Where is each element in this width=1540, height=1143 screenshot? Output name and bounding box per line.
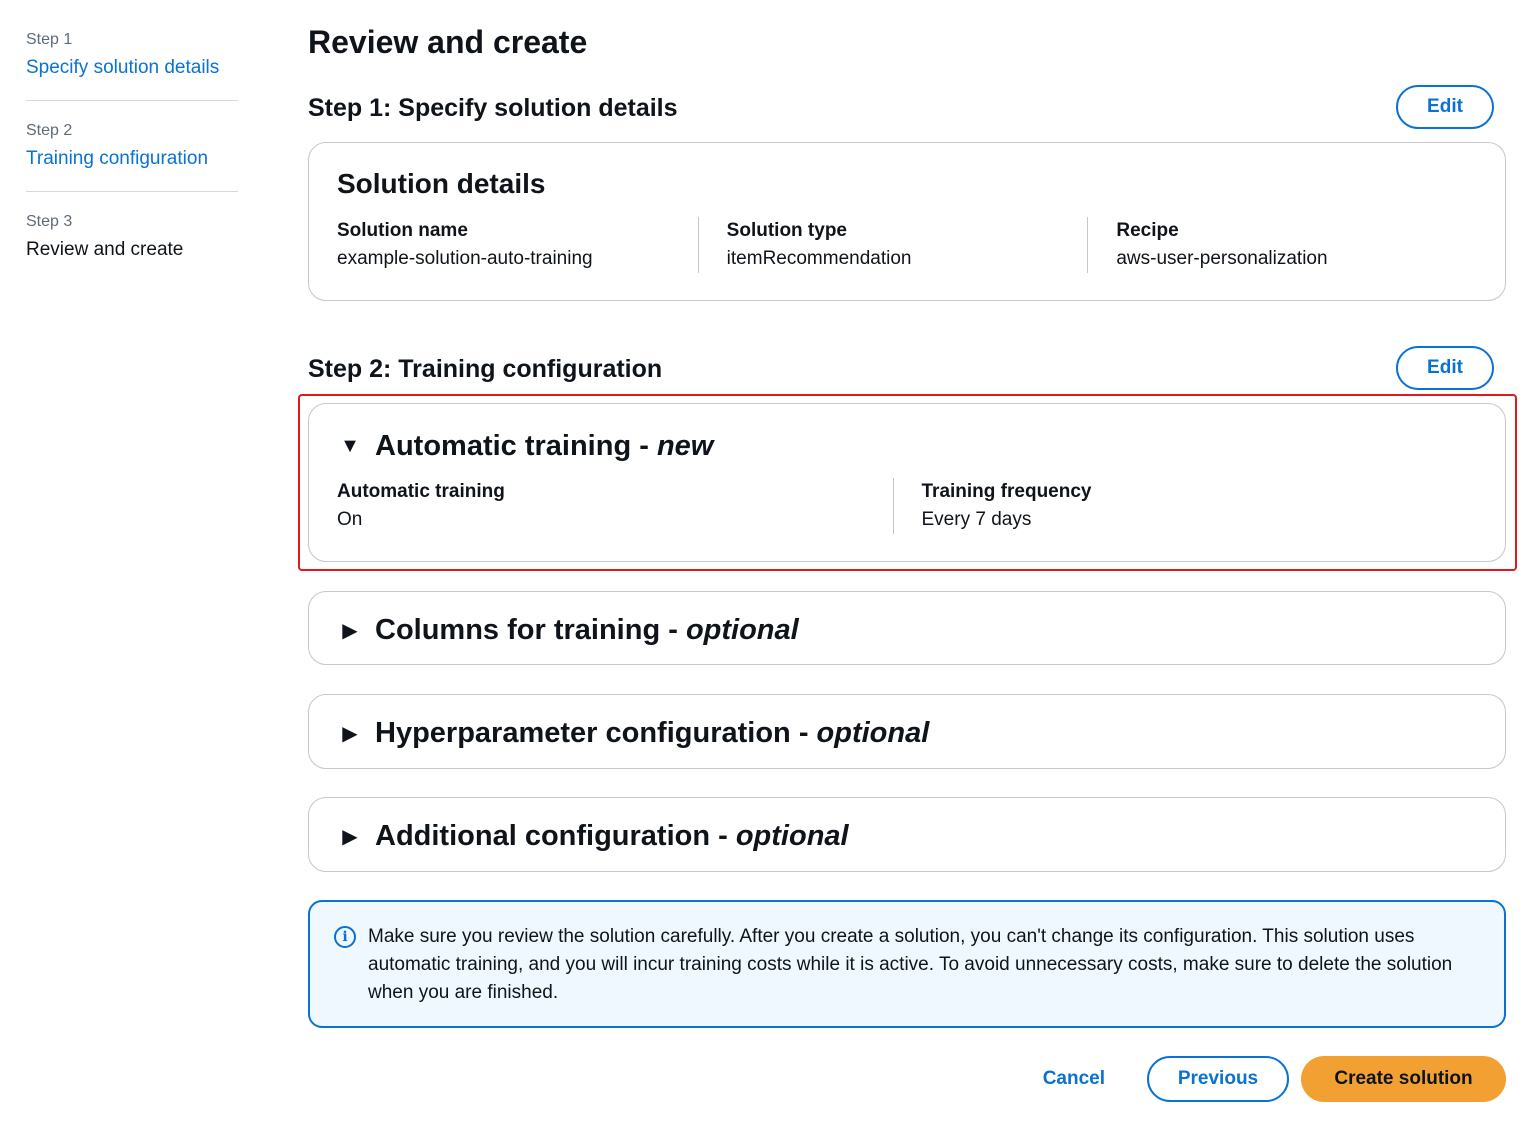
caret-right-icon: ▶ (342, 722, 358, 745)
expander-title-optional: optional (816, 717, 930, 749)
field-value: Every 7 days (921, 509, 1032, 530)
step-number: Step 2 (26, 122, 73, 139)
solution-details-card: Solution details Solution name example-s… (308, 142, 1506, 301)
expander-title-text: Columns for training - (375, 614, 686, 646)
expander-title: Additional configuration - optional (375, 818, 849, 854)
step-number: Step 1 (26, 31, 73, 48)
additional-configuration-toggle[interactable]: ▶ Additional configuration - optional (339, 818, 849, 854)
nav-step-1: Step 1 Specify solution details (26, 30, 238, 101)
nav-link-specify-solution-details[interactable]: Specify solution details (26, 56, 238, 80)
field-value: example-solution-auto-training (337, 248, 593, 269)
field-value: On (337, 509, 363, 530)
caret-down-icon: ▼ (340, 434, 360, 457)
step1-edit-button[interactable]: Edit (1396, 85, 1494, 129)
field-solution-type: Solution type itemRecommendation (697, 217, 1088, 273)
info-alert-text: Make sure you review the solution carefu… (368, 926, 1453, 1003)
card-title: Solution details (337, 168, 546, 199)
field-label: Automatic training (337, 481, 505, 502)
expander-title-optional: optional (685, 614, 799, 646)
info-icon: i (334, 926, 356, 948)
step1-header: Step 1: Specify solution details Edit (308, 85, 1506, 131)
nav-link-training-configuration[interactable]: Training configuration (26, 147, 238, 171)
columns-for-training-expander: ▶ Columns for training - optional (308, 591, 1506, 665)
wizard-footer-actions: Cancel Previous Create solution (1043, 1056, 1506, 1102)
field-label: Recipe (1116, 220, 1179, 241)
expander-title: Automatic training - new (375, 428, 713, 464)
wizard-steps-nav: Step 1 Specify solution details Step 2 T… (26, 30, 238, 302)
field-label: Training frequency (921, 481, 1092, 502)
nav-current-review-and-create: Review and create (26, 239, 184, 260)
caret-right-icon: ▶ (342, 619, 358, 642)
expander-title-badge: new (656, 430, 714, 462)
wizard-page: Step 1 Specify solution details Step 2 T… (0, 0, 1540, 1143)
automatic-training-expander: ▼ Automatic training - new Automatic tra… (308, 403, 1506, 562)
field-automatic-training: Automatic training On (337, 478, 893, 534)
step-number: Step 3 (26, 213, 73, 230)
expander-title-text: Hyperparameter configuration - (375, 717, 817, 749)
caret-right-icon: ▶ (342, 825, 358, 848)
expander-title: Hyperparameter configuration - optional (375, 715, 929, 751)
field-training-frequency: Training frequency Every 7 days (892, 478, 1478, 534)
field-recipe: Recipe aws-user-personalization (1087, 217, 1477, 273)
expander-title: Columns for training - optional (375, 612, 799, 648)
expander-title-optional: optional (735, 820, 849, 852)
info-alert: i Make sure you review the solution care… (308, 900, 1506, 1028)
automatic-training-toggle[interactable]: ▼ Automatic training - new (339, 428, 713, 464)
hyperparameter-configuration-toggle[interactable]: ▶ Hyperparameter configuration - optiona… (339, 715, 929, 751)
hyperparameter-configuration-expander: ▶ Hyperparameter configuration - optiona… (308, 694, 1506, 769)
expander-title-text: Additional configuration - (375, 820, 736, 852)
step1-heading: Step 1: Specify solution details (308, 94, 678, 122)
expander-title-text: Automatic training - (375, 430, 657, 462)
additional-configuration-expander: ▶ Additional configuration - optional (308, 797, 1506, 872)
field-label: Solution name (337, 220, 468, 241)
page-title: Review and create (308, 24, 588, 60)
nav-step-3: Step 3 Review and create (26, 212, 238, 282)
step2-heading: Step 2: Training configuration (308, 355, 663, 383)
field-solution-name: Solution name example-solution-auto-trai… (337, 217, 698, 273)
solution-details-fields: Solution name example-solution-auto-trai… (337, 217, 1477, 273)
field-value: aws-user-personalization (1116, 248, 1328, 269)
cancel-button[interactable]: Cancel (1043, 1068, 1105, 1090)
nav-step-2: Step 2 Training configuration (26, 121, 238, 192)
field-label: Solution type (726, 220, 847, 241)
previous-button[interactable]: Previous (1147, 1056, 1289, 1102)
step2-header: Step 2: Training configuration Edit (308, 346, 1506, 392)
step2-edit-button[interactable]: Edit (1396, 346, 1494, 390)
create-solution-button[interactable]: Create solution (1301, 1056, 1506, 1102)
field-value: itemRecommendation (726, 248, 912, 269)
automatic-training-fields: Automatic training On Training frequency… (337, 478, 1477, 534)
columns-for-training-toggle[interactable]: ▶ Columns for training - optional (339, 612, 799, 648)
